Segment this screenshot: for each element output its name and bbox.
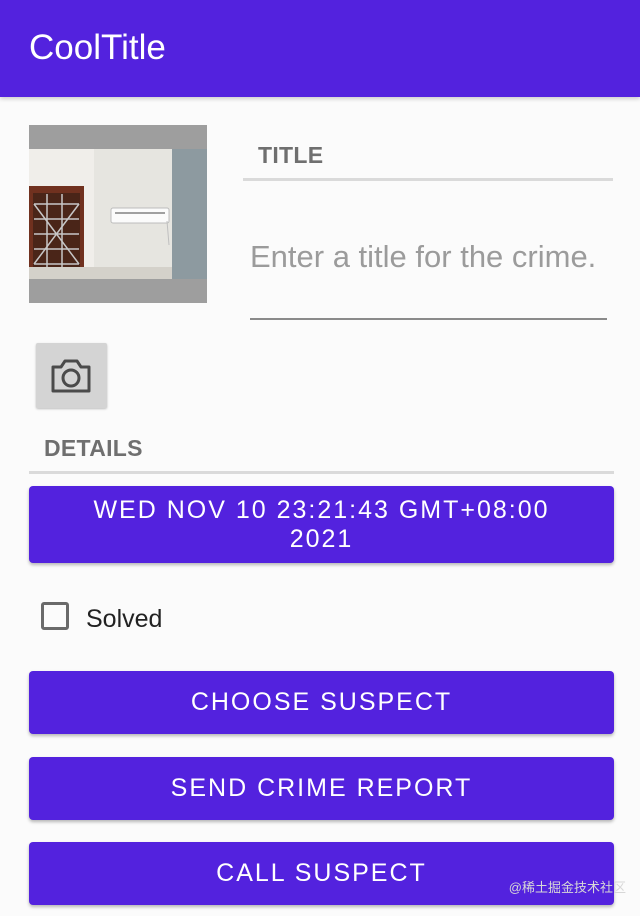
send-crime-report-button[interactable]: SEND CRIME REPORT — [29, 757, 614, 820]
app-title: CoolTitle — [29, 28, 166, 67]
title-section-label: TITLE — [258, 142, 324, 168]
crime-date-button[interactable]: WED NOV 10 23:21:43 GMT+08:00 2021 — [29, 486, 614, 563]
crime-photo-thumbnail — [29, 149, 207, 279]
watermark: @稀土掘金技术社区 — [508, 880, 626, 895]
camera-icon — [51, 359, 91, 393]
solved-checkbox[interactable] — [41, 602, 69, 630]
details-section-label: DETAILS — [44, 435, 143, 461]
details-section-divider — [29, 471, 614, 474]
app-bar: CoolTitle — [0, 0, 640, 97]
crime-title-input[interactable]: Enter a title for the crime. — [250, 238, 607, 320]
camera-button[interactable] — [36, 343, 107, 408]
crime-photo — [29, 125, 207, 303]
solved-label: Solved — [86, 605, 163, 633]
choose-suspect-button[interactable]: CHOOSE SUSPECT — [29, 671, 614, 734]
title-section-divider — [243, 178, 613, 181]
